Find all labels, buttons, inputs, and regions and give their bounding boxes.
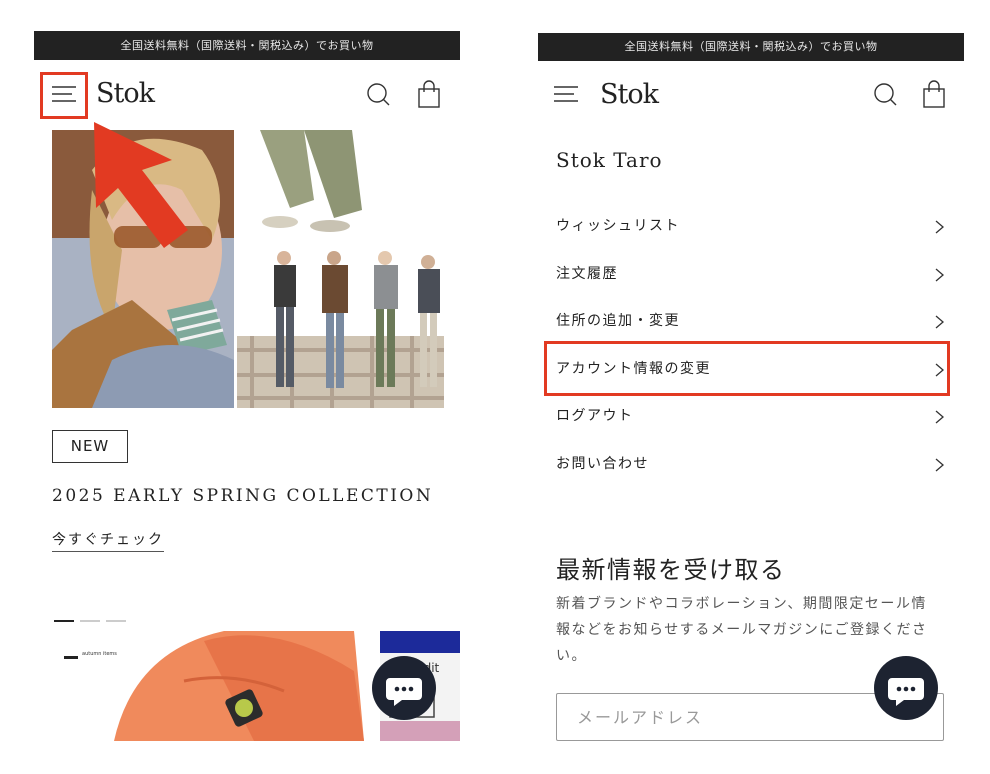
menu-item-order-history[interactable]: 注文履歴: [556, 251, 948, 299]
chevron-right-icon: [935, 458, 944, 471]
check-now-link[interactable]: 今すぐチェック: [52, 529, 164, 552]
site-logo[interactable]: Stok: [96, 78, 155, 109]
cart-icon: [418, 80, 440, 108]
menu-item-logout[interactable]: ログアウト: [556, 393, 948, 441]
chevron-right-icon: [935, 268, 944, 281]
cart-button[interactable]: [919, 80, 949, 110]
chevron-right-icon: [935, 220, 944, 234]
chevron-right-icon: [935, 315, 944, 329]
promo-label: autumn items: [82, 651, 117, 657]
menu-item-label: アカウント情報の変更: [556, 360, 711, 377]
menu-item-label: ログアウト: [556, 408, 634, 424]
menu-button[interactable]: [48, 82, 82, 106]
arrow-icon: [94, 122, 188, 248]
chevron-right-icon: [935, 410, 944, 424]
menu-item-label: お問い合わせ: [556, 455, 649, 472]
account-menu: ウィッシュリスト 注文履歴 住所の追加・変更 アカウント情報の変更 ログアウト …: [556, 203, 948, 488]
chat-icon: [386, 678, 422, 706]
collection-title: 2025 EARLY SPRING COLLECTION: [52, 486, 434, 506]
menu-screen: 全国送料無料（国際送料・関税込み）でお買い物 Stok Stok Taro ウィ…: [538, 0, 964, 774]
chat-button[interactable]: [874, 656, 938, 720]
cart-icon: [923, 80, 945, 108]
menu-item-address[interactable]: 住所の追加・変更: [556, 298, 948, 346]
carousel-dot-active[interactable]: [54, 620, 74, 622]
menu-item-label: ウィッシュリスト: [556, 218, 680, 234]
new-badge: NEW: [52, 430, 128, 463]
newsletter-title: 最新情報を受け取る: [556, 556, 786, 584]
search-icon: [367, 83, 390, 106]
search-button[interactable]: [364, 80, 394, 110]
shipping-banner[interactable]: 全国送料無料（国際送料・関税込み）でお買い物: [34, 31, 460, 60]
search-button[interactable]: [871, 80, 901, 110]
shipping-banner[interactable]: 全国送料無料（国際送料・関税込み）でお買い物: [538, 33, 964, 61]
home-screen: 全国送料無料（国際送料・関税込み）でお買い物 Stok NEW 2025 EAR…: [34, 0, 460, 774]
menu-item-label: 住所の追加・変更: [556, 313, 680, 329]
chevron-right-icon: [935, 363, 944, 376]
menu-item-account-info[interactable]: アカウント情報の変更: [556, 346, 948, 394]
carousel-dot[interactable]: [80, 620, 100, 622]
menu-item-label: 注文履歴: [556, 265, 618, 282]
menu-icon: [554, 86, 578, 102]
chat-button[interactable]: [372, 656, 436, 720]
carousel-dot[interactable]: [106, 620, 126, 622]
site-header: Stok: [538, 62, 964, 132]
menu-item-wishlist[interactable]: ウィッシュリスト: [556, 203, 948, 251]
chat-icon: [888, 678, 924, 706]
menu-icon: [52, 86, 76, 102]
site-logo[interactable]: Stok: [600, 79, 659, 110]
menu-button[interactable]: [550, 82, 584, 106]
cart-button[interactable]: [414, 80, 444, 110]
menu-item-contact[interactable]: お問い合わせ: [556, 441, 948, 489]
search-icon: [874, 83, 897, 106]
user-name: Stok Taro: [556, 148, 663, 172]
